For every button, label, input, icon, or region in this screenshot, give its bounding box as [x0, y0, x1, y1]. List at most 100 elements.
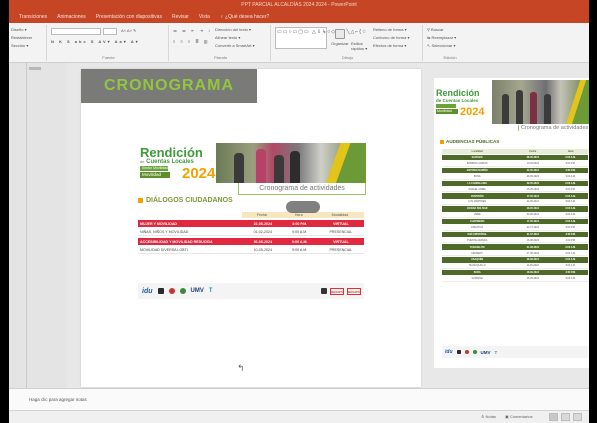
notes-toggle[interactable]: ≙ Notas: [481, 414, 496, 419]
logo-square: [157, 288, 164, 294]
text-direction-button[interactable]: Dirección del texto ▾: [215, 27, 251, 32]
row-date: 30-05-2024: [241, 238, 282, 245]
reset-button[interactable]: Restablecer: [11, 35, 32, 40]
notes-pane[interactable]: Haga clic para agregar notas: [9, 388, 589, 410]
table-row: SANTAFE 08-05-2024 9:00 A.M.: [442, 155, 588, 161]
tab-animaciones[interactable]: Animaciones: [57, 14, 86, 20]
row-time: 3:00 P.M.: [553, 238, 588, 244]
shapes-gallery[interactable]: ▭▭○▭▢▭ △⇩↳○◇○ ⌐╲△⌐{☆: [275, 27, 366, 49]
list-buttons[interactable]: ≔ ≕ ⇤ ⇥ ↕: [173, 28, 212, 33]
ribbon: Diseño ▾ Restablecer Sección ▾ A˄ A˅ ✎ N…: [9, 23, 589, 63]
tab-vista[interactable]: Vista: [199, 14, 210, 20]
align-buttons[interactable]: ≡ ≡ ≡ ≣ ▥: [173, 39, 210, 44]
table-row: BOSA 29-05-2024 9:00 A.M.: [442, 174, 588, 180]
floating-toolbar[interactable]: [286, 201, 320, 213]
table-row: LA CANDELARIA 09-05-2024 9:00 A.M.: [442, 180, 588, 186]
right-poster-image[interactable]: Rendición de Cuentas Locales Movilidad 2…: [434, 78, 590, 368]
row-name: ACCESIBILIDAD Y MOVILIDAD REDUCIDA: [138, 238, 242, 245]
slide-title: CRONOGRAMA: [104, 77, 234, 94]
slide-title-box[interactable]: CRONOGRAMA: [81, 69, 257, 103]
logo-square: [472, 350, 477, 354]
tab-transiciones[interactable]: Transiciones: [19, 14, 47, 20]
font-grow-shrink[interactable]: A˄ A˅ ✎: [121, 28, 136, 33]
font-format-buttons[interactable]: N K S abc S AV▾ Aa▾ A▾: [51, 39, 140, 44]
table-row: FONTIBÓN 17-05-2024 9:00 A.M.: [442, 193, 588, 199]
table-row: ENGATIVÁ 24-07-2024 3:00 P.M.: [442, 225, 588, 231]
row-time: 3:00 P.M.: [553, 186, 588, 193]
replace-button[interactable]: ⇆ Reemplazar ▾: [427, 35, 456, 40]
transmilenio-logo: T: [208, 288, 213, 294]
row-loc: CHAPINERO: [442, 218, 513, 225]
logo-right-group: BOGOTÁ BOGOTÁ: [321, 287, 364, 295]
logo-square: [456, 350, 461, 354]
row-date: 24-05-2024: [512, 199, 554, 206]
table-row: USME 30-05-2024 9:00 A.M.: [442, 212, 588, 218]
cronograma-image[interactable]: Rendición de Cuentas Locales Sector Movi…: [136, 143, 366, 369]
row-time: 9:00 A.M.: [281, 229, 316, 236]
row-date: 11-09-2024: [512, 263, 554, 270]
row-time: 9:00 A.M.: [553, 257, 588, 263]
person-figure: [530, 92, 537, 124]
row-date: 10-05-2024: [241, 247, 282, 254]
table-row: PUENTE ARANDA 16-08-2024 3:00 P.M.: [442, 238, 588, 244]
row-loc: USME: [442, 212, 513, 218]
smartart-button[interactable]: Convertir a SmartArt ▾: [215, 43, 255, 48]
row-time: 9:00 A.M.: [553, 218, 588, 225]
table-row: SUMAPAZ 25-09-2024 9:00 A.M.: [442, 276, 588, 282]
person-figure: [516, 90, 523, 124]
left-screen-border: [0, 0, 9, 423]
row-date: 08-05-2024: [512, 155, 554, 161]
tab-revisar[interactable]: Revisar: [172, 14, 189, 20]
thumbnail-pane[interactable]: [9, 63, 67, 388]
row-date: 10-05-2024: [512, 161, 554, 167]
table-header-cell: Fecha: [241, 212, 282, 218]
table-row: USAQUÉN 28-08-2024 9:00 A.M.: [442, 257, 588, 263]
row-date: 30-05-2024: [512, 212, 554, 218]
comments-toggle[interactable]: ▣ Comentarios: [505, 414, 533, 419]
quick-styles-button[interactable]: Estilos rápidos ▾: [351, 41, 369, 51]
table-row: LOS MÁRTIRES 24-05-2024 9:00 A.M.: [442, 199, 588, 206]
select-button[interactable]: ↖ Seleccionar ▾: [427, 43, 456, 48]
table-row: CIUDAD BOLÍVAR 28-05-2024 9:00 A.M.: [442, 206, 588, 212]
tab-presentacion[interactable]: Presentación con diapositivas: [96, 14, 162, 20]
row-date: 29-05-2024: [512, 174, 554, 180]
window-title: PPT PARCIAL ALCALDÍAS 2024 2024 - PowerP…: [241, 2, 357, 8]
table-header-row: Fecha Hora Modalidad: [138, 212, 364, 218]
person-figure: [290, 151, 300, 183]
tell-me-search[interactable]: ♀ ¿Qué desea hacer?: [220, 14, 269, 20]
right-screen-border: [589, 0, 597, 423]
layout-button[interactable]: Diseño ▾: [11, 27, 27, 32]
normal-view-button[interactable]: [549, 413, 558, 421]
row-loc: ENGATIVÁ: [442, 225, 513, 231]
row-loc: USAQUÉN: [442, 257, 513, 263]
font-group: A˄ A˅ ✎ N K S abc S AV▾ Aa▾ A▾ Fuente: [49, 25, 169, 61]
row-loc: TUNJUELITO: [442, 244, 513, 250]
slide-canvas[interactable]: CRONOGRAMA Rendición de Cuentas Locales …: [81, 69, 421, 387]
row-time: 9:00 A.M.: [281, 238, 316, 245]
transmilenio-logo: T: [494, 349, 498, 355]
row-date: 22-05-2024: [512, 167, 554, 174]
shape-effects-button[interactable]: Efectos de forma ▾: [373, 43, 406, 48]
find-button[interactable]: ⚲ Buscar: [427, 27, 444, 32]
slide-sorter-button[interactable]: [561, 413, 570, 421]
align-text-button[interactable]: Alinear texto ▾: [215, 35, 240, 40]
font-name-box[interactable]: [51, 28, 101, 35]
row-loc: SUBA: [442, 270, 513, 276]
powerpoint-window: PPT PARCIAL ALCALDÍAS 2024 2024 - PowerP…: [0, 0, 597, 423]
reading-view-button[interactable]: [573, 413, 582, 421]
row-date: 24-07-2024: [512, 225, 554, 231]
scroll-marker[interactable]: [29, 67, 41, 70]
editing-area: CRONOGRAMA Rendición de Cuentas Locales …: [9, 63, 590, 388]
arrange-button[interactable]: Organizar: [331, 41, 349, 46]
shape-outline-button[interactable]: Contorno de forma ▾: [373, 35, 409, 40]
row-time: 9:00 A.M.: [553, 263, 588, 270]
section-button[interactable]: Sección ▾: [11, 43, 28, 48]
font-size-box[interactable]: [103, 28, 117, 35]
umv-logo: UMV: [190, 288, 204, 294]
editing-group-label: Edición: [443, 55, 457, 60]
row-loc: SANTAFE: [442, 155, 513, 161]
row-loc: BOSA: [442, 174, 513, 180]
row-name: MUJER Y MOVILIDAD: [138, 220, 242, 227]
shape-fill-button[interactable]: Relleno de forma ▾: [373, 27, 407, 32]
poster-year: 2024: [182, 165, 216, 182]
